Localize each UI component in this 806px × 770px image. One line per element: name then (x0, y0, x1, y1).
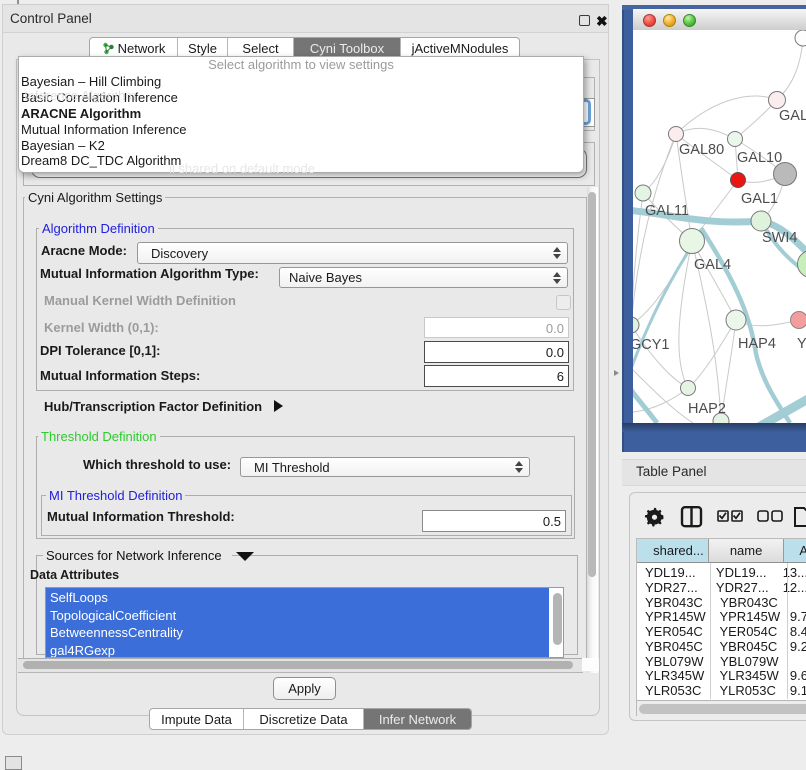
svg-text:GAL80: GAL80 (679, 142, 724, 158)
svg-text:GCY1: GCY1 (633, 337, 670, 353)
svg-text:GAL4: GAL4 (694, 257, 731, 273)
svg-text:GAL1: GAL1 (741, 191, 778, 207)
svg-text:HAP4: HAP4 (738, 336, 776, 352)
svg-text:GAL11: GAL11 (645, 203, 689, 219)
svg-text:SWI4: SWI4 (762, 230, 797, 246)
svg-text:Y: Y (797, 336, 806, 352)
svg-text:GAL: GAL (779, 108, 806, 124)
svg-text:GAL10: GAL10 (737, 150, 782, 166)
svg-text:HAP2: HAP2 (688, 401, 726, 417)
